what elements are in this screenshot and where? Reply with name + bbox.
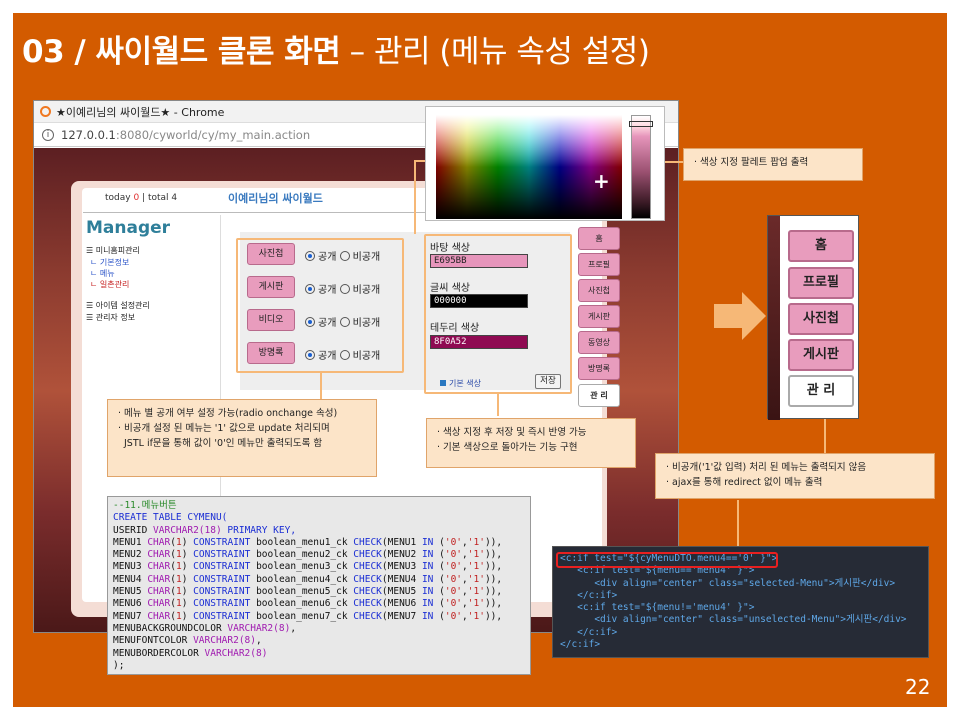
slider-handle[interactable] [629, 121, 653, 127]
sql-extra-line: MENUBACKGROUNDCOLOR VARCHAR2(8), [113, 622, 297, 634]
page-number: 22 [905, 675, 931, 699]
connector-line [737, 500, 739, 546]
right-menu-home[interactable]: 홈 [578, 227, 620, 250]
preview-menu-home[interactable]: 홈 [788, 230, 854, 262]
sql-menu-line: MENU3 CHAR(1) CONSTRAINT boolean_menu3_c… [113, 561, 503, 573]
manager-title: Manager [86, 218, 171, 238]
sql-menu-line: MENU1 CHAR(1) CONSTRAINT boolean_menu1_c… [113, 536, 503, 548]
right-arrow-icon [714, 292, 766, 340]
right-menu-manage[interactable]: 관 리 [578, 384, 620, 407]
sidebar-item-items[interactable]: ☰ 아이템 설정관리 [86, 300, 150, 311]
sidebar-item-menu[interactable]: ㄴ 메뉴 [90, 268, 115, 279]
connector-line [497, 394, 499, 416]
jstl-line: <div align="center" class="unselected-Me… [560, 614, 907, 626]
right-menu-board[interactable]: 게시판 [578, 305, 620, 328]
preview-menu-manage[interactable]: 관 리 [788, 375, 854, 407]
sidebar-item-minihompy[interactable]: ☰ 미니홈피관리 [86, 245, 140, 256]
preview-menu-profile[interactable]: 프로필 [788, 267, 854, 299]
right-menu-video[interactable]: 동영상 [578, 331, 620, 354]
connector-line [414, 160, 416, 234]
sql-menu-line: MENU2 CHAR(1) CONSTRAINT boolean_menu2_c… [113, 549, 503, 561]
sql-menu-line: MENU6 CHAR(1) CONSTRAINT boolean_menu6_c… [113, 598, 503, 610]
jstl-line: <div align="center" class="selected-Menu… [560, 577, 896, 589]
hidden-menu-note: · 비공개('1'값 입력) 처리 된 메뉴는 출력되지 않음 · ajax를 통… [655, 453, 935, 499]
homepage-owner-title: 이예리님의 싸이월드 [228, 192, 323, 205]
slide-title: 03 / 싸이월드 클론 화면 – 관리 (메뉴 속성 설정) [22, 34, 650, 70]
connector-line [665, 161, 685, 163]
sql-extra-line: MENUBORDERCOLOR VARCHAR2(8) [113, 647, 268, 659]
connector-line [824, 419, 826, 453]
color-note: · 색상 지정 후 저장 및 즉시 반영 가능 · 기본 색상으로 돌아가는 기능… [426, 418, 636, 468]
right-menu-guestbook[interactable]: 방명록 [578, 357, 620, 380]
sql-code-block: --11.메뉴버튼 CREATE TABLE CYMENU( USERID VA… [107, 496, 531, 675]
jstl-line: <c:if test="${menu!='menu4' }"> [560, 602, 755, 614]
sidebar-item-admin[interactable]: ☰ 관리자 정보 [86, 312, 135, 323]
today-counter: today 0 | total 4 [105, 193, 178, 203]
color-highlight-box [424, 234, 572, 394]
crosshair-icon: + [593, 169, 610, 193]
url-path: :8080/cyworld/cy/my_main.action [115, 127, 311, 142]
color-palette-popup[interactable]: + [425, 106, 665, 221]
window-title: ★이예리님의 싸이월드★ - Chrome [56, 105, 225, 119]
connector-line [320, 373, 322, 400]
sidebar-item-ilchon[interactable]: ㄴ 일촌관리 [90, 279, 129, 290]
jstl-line: </c:if> [560, 589, 618, 601]
right-menu-photo[interactable]: 사진첩 [578, 279, 620, 302]
sql-menu-line: MENU7 CHAR(1) CONSTRAINT boolean_menu7_c… [113, 610, 503, 622]
menu-preview-panel: 홈 프로필 사진첩 게시판 관 리 [767, 215, 859, 420]
chrome-icon [40, 106, 51, 117]
preview-menu-photo[interactable]: 사진첩 [788, 303, 854, 335]
radio-highlight-box [236, 238, 404, 373]
preview-background-strip [768, 216, 780, 420]
info-icon[interactable]: i [42, 128, 54, 141]
color-gradient-field[interactable] [436, 115, 622, 219]
url-host: 127.0.0.1 [61, 127, 116, 142]
sidebar-item-basic-info[interactable]: ㄴ 기본정보 [90, 257, 129, 268]
palette-note: · 색상 지정 팔레트 팝업 출력 [683, 148, 863, 181]
hue-slider[interactable] [631, 115, 651, 219]
sql-menu-line: MENU4 CHAR(1) CONSTRAINT boolean_menu4_c… [113, 573, 503, 585]
sql-menu-line: MENU5 CHAR(1) CONSTRAINT boolean_menu5_c… [113, 586, 503, 598]
sql-extra-line: MENUFONTCOLOR VARCHAR2(8), [113, 635, 262, 647]
highlight-rectangle [556, 552, 778, 568]
radio-note: · 메뉴 별 공개 여부 설정 가능(radio onchange 속성) · 비… [107, 399, 377, 477]
right-menu-profile[interactable]: 프로필 [578, 253, 620, 276]
jstl-line: </c:if> [560, 626, 618, 638]
jstl-line: </c:if> [560, 639, 601, 651]
preview-menu-board[interactable]: 게시판 [788, 339, 854, 371]
